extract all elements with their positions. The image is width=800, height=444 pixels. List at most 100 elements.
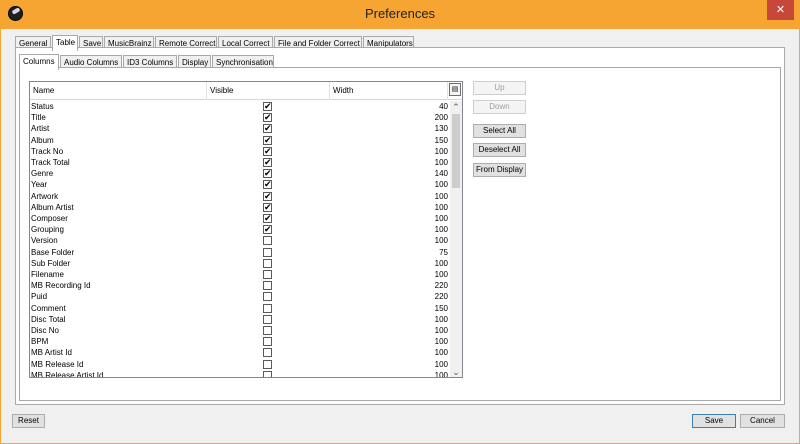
- table-row[interactable]: Album ✔ 150: [30, 135, 450, 146]
- row-width[interactable]: 150: [390, 303, 449, 314]
- deselect-all-button[interactable]: Deselect All: [473, 143, 526, 157]
- cancel-button[interactable]: Cancel: [740, 414, 785, 428]
- table-row[interactable]: Artwork ✔ 100: [30, 191, 450, 202]
- row-width[interactable]: 100: [390, 157, 449, 168]
- visible-checkbox[interactable]: [263, 270, 272, 279]
- visible-checkbox[interactable]: [263, 236, 272, 246]
- row-width[interactable]: 150: [390, 135, 449, 146]
- table-row[interactable]: Grouping ✔ 100: [30, 224, 450, 235]
- table-row[interactable]: Sub Folder 100: [30, 258, 450, 269]
- row-width[interactable]: 140: [390, 168, 449, 179]
- visible-checkbox[interactable]: ✔: [263, 180, 272, 190]
- row-name: Artwork: [31, 191, 59, 201]
- table-row[interactable]: Track No ✔ 100: [30, 146, 450, 157]
- save-button[interactable]: Save: [692, 414, 736, 428]
- visible-checkbox[interactable]: [263, 359, 272, 369]
- row-width[interactable]: 100: [390, 202, 449, 213]
- table-row[interactable]: Disc No 100: [30, 325, 450, 336]
- visible-checkbox[interactable]: ✔: [263, 214, 272, 223]
- visible-checkbox[interactable]: ✔: [263, 225, 272, 235]
- from-display-button[interactable]: From Display: [473, 163, 526, 177]
- table-row[interactable]: Album Artist ✔ 100: [30, 202, 450, 213]
- table-row[interactable]: Artist ✔ 130: [30, 123, 450, 134]
- row-width[interactable]: 75: [390, 247, 449, 258]
- table-row[interactable]: Disc Total 100: [30, 314, 450, 325]
- row-width[interactable]: 100: [390, 179, 449, 190]
- table-row[interactable]: MB Release Id 100: [30, 359, 450, 370]
- row-name: MB Release Artist Id: [31, 370, 104, 378]
- vertical-scrollbar[interactable]: ⌃ ⌄: [450, 101, 462, 377]
- row-width[interactable]: 100: [390, 314, 449, 325]
- close-button[interactable]: ✕: [767, 0, 794, 20]
- header-name[interactable]: Name: [30, 82, 207, 100]
- tab-columns[interactable]: Columns: [19, 54, 59, 70]
- table-row[interactable]: Puid 220: [30, 291, 450, 302]
- header-width[interactable]: Width: [330, 82, 448, 100]
- visible-checkbox[interactable]: [263, 314, 272, 324]
- row-width[interactable]: 200: [390, 112, 449, 123]
- visible-checkbox[interactable]: ✔: [263, 102, 272, 111]
- header-visible[interactable]: Visible: [207, 82, 330, 100]
- table-row[interactable]: MB Recording Id 220: [30, 280, 450, 291]
- visible-checkbox[interactable]: [263, 292, 272, 302]
- row-width[interactable]: 100: [390, 235, 449, 246]
- table-row[interactable]: MB Artist Id 100: [30, 347, 450, 358]
- row-width[interactable]: 100: [390, 269, 449, 280]
- up-button[interactable]: Up: [473, 81, 526, 95]
- reset-button[interactable]: Reset: [12, 414, 45, 428]
- tab-table[interactable]: Table: [52, 35, 78, 51]
- row-width[interactable]: 100: [390, 336, 449, 347]
- table-row[interactable]: Composer ✔ 100: [30, 213, 450, 224]
- scroll-up-icon[interactable]: ⌃: [450, 101, 462, 113]
- scroll-down-icon[interactable]: ⌄: [450, 366, 462, 377]
- row-width[interactable]: 100: [390, 347, 449, 358]
- visible-checkbox[interactable]: [263, 348, 272, 358]
- row-width[interactable]: 100: [390, 191, 449, 202]
- visible-checkbox[interactable]: ✔: [263, 191, 272, 201]
- row-width[interactable]: 100: [390, 359, 449, 370]
- table-row[interactable]: Filename 100: [30, 269, 450, 280]
- row-width[interactable]: 100: [390, 258, 449, 269]
- row-name: Disc No: [31, 326, 60, 335]
- row-width[interactable]: 100: [390, 224, 449, 235]
- row-width[interactable]: 220: [390, 291, 449, 302]
- down-button[interactable]: Down: [473, 100, 526, 114]
- visible-checkbox[interactable]: ✔: [263, 135, 272, 145]
- visible-checkbox[interactable]: [263, 337, 272, 347]
- table-row[interactable]: MB Release Artist Id 100: [30, 370, 450, 378]
- table-row[interactable]: Genre ✔ 140: [30, 168, 450, 179]
- table-row[interactable]: Title ✔ 200: [30, 112, 450, 123]
- table-row[interactable]: Status ✔ 40: [30, 101, 450, 112]
- row-width[interactable]: 220: [390, 280, 449, 291]
- row-width[interactable]: 100: [390, 325, 449, 336]
- visible-checkbox[interactable]: ✔: [263, 113, 272, 123]
- row-width[interactable]: 100: [390, 213, 449, 224]
- table-row[interactable]: Base Folder 75: [30, 247, 450, 258]
- visible-checkbox[interactable]: [263, 326, 272, 335]
- table-row[interactable]: Year ✔ 100: [30, 179, 450, 190]
- visible-checkbox[interactable]: [263, 258, 272, 268]
- column-menu-icon[interactable]: ▤: [449, 83, 461, 96]
- visible-checkbox[interactable]: ✔: [263, 169, 272, 179]
- row-name: Version: [31, 236, 58, 246]
- table-row[interactable]: Track Total ✔ 100: [30, 157, 450, 168]
- select-all-button[interactable]: Select All: [473, 124, 526, 138]
- visible-checkbox[interactable]: ✔: [263, 158, 272, 167]
- visible-checkbox[interactable]: [263, 303, 272, 313]
- table-row[interactable]: Version 100: [30, 235, 450, 246]
- visible-checkbox[interactable]: ✔: [263, 124, 272, 134]
- visible-checkbox[interactable]: [263, 370, 272, 377]
- row-name: MB Recording Id: [31, 281, 91, 291]
- row-width[interactable]: 100: [390, 370, 449, 377]
- table-row[interactable]: Comment 150: [30, 303, 450, 314]
- visible-checkbox[interactable]: ✔: [263, 146, 272, 156]
- visible-checkbox[interactable]: [263, 281, 272, 291]
- visible-checkbox[interactable]: ✔: [263, 202, 272, 212]
- row-width[interactable]: 40: [390, 101, 449, 112]
- columns-table: Name Visible Width ▤ Status ✔ 40 Title ✔ 200 A…: [29, 81, 463, 378]
- row-width[interactable]: 130: [390, 123, 449, 134]
- visible-checkbox[interactable]: [263, 247, 272, 257]
- table-row[interactable]: BPM 100: [30, 336, 450, 347]
- scrollbar-thumb[interactable]: [452, 114, 460, 188]
- row-width[interactable]: 100: [390, 146, 449, 157]
